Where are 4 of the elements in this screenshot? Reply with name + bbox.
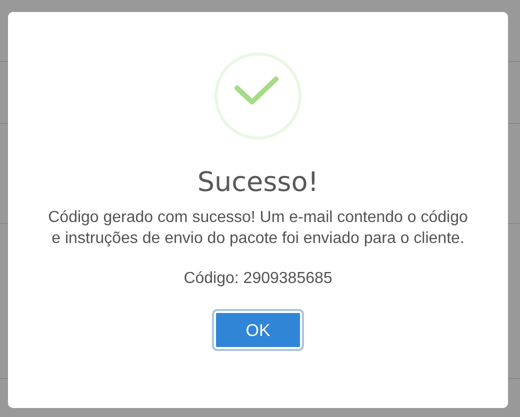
dialog-message: Código gerado com sucesso! Um e-mail contendo o código e instruções de envio do pacote foi enviado para o cliente. <box>47 208 469 250</box>
code-text: Código: 2909385685 <box>184 269 332 290</box>
ok-button[interactable]: OK <box>212 309 304 352</box>
dialog-title: Sucesso! <box>197 167 319 200</box>
